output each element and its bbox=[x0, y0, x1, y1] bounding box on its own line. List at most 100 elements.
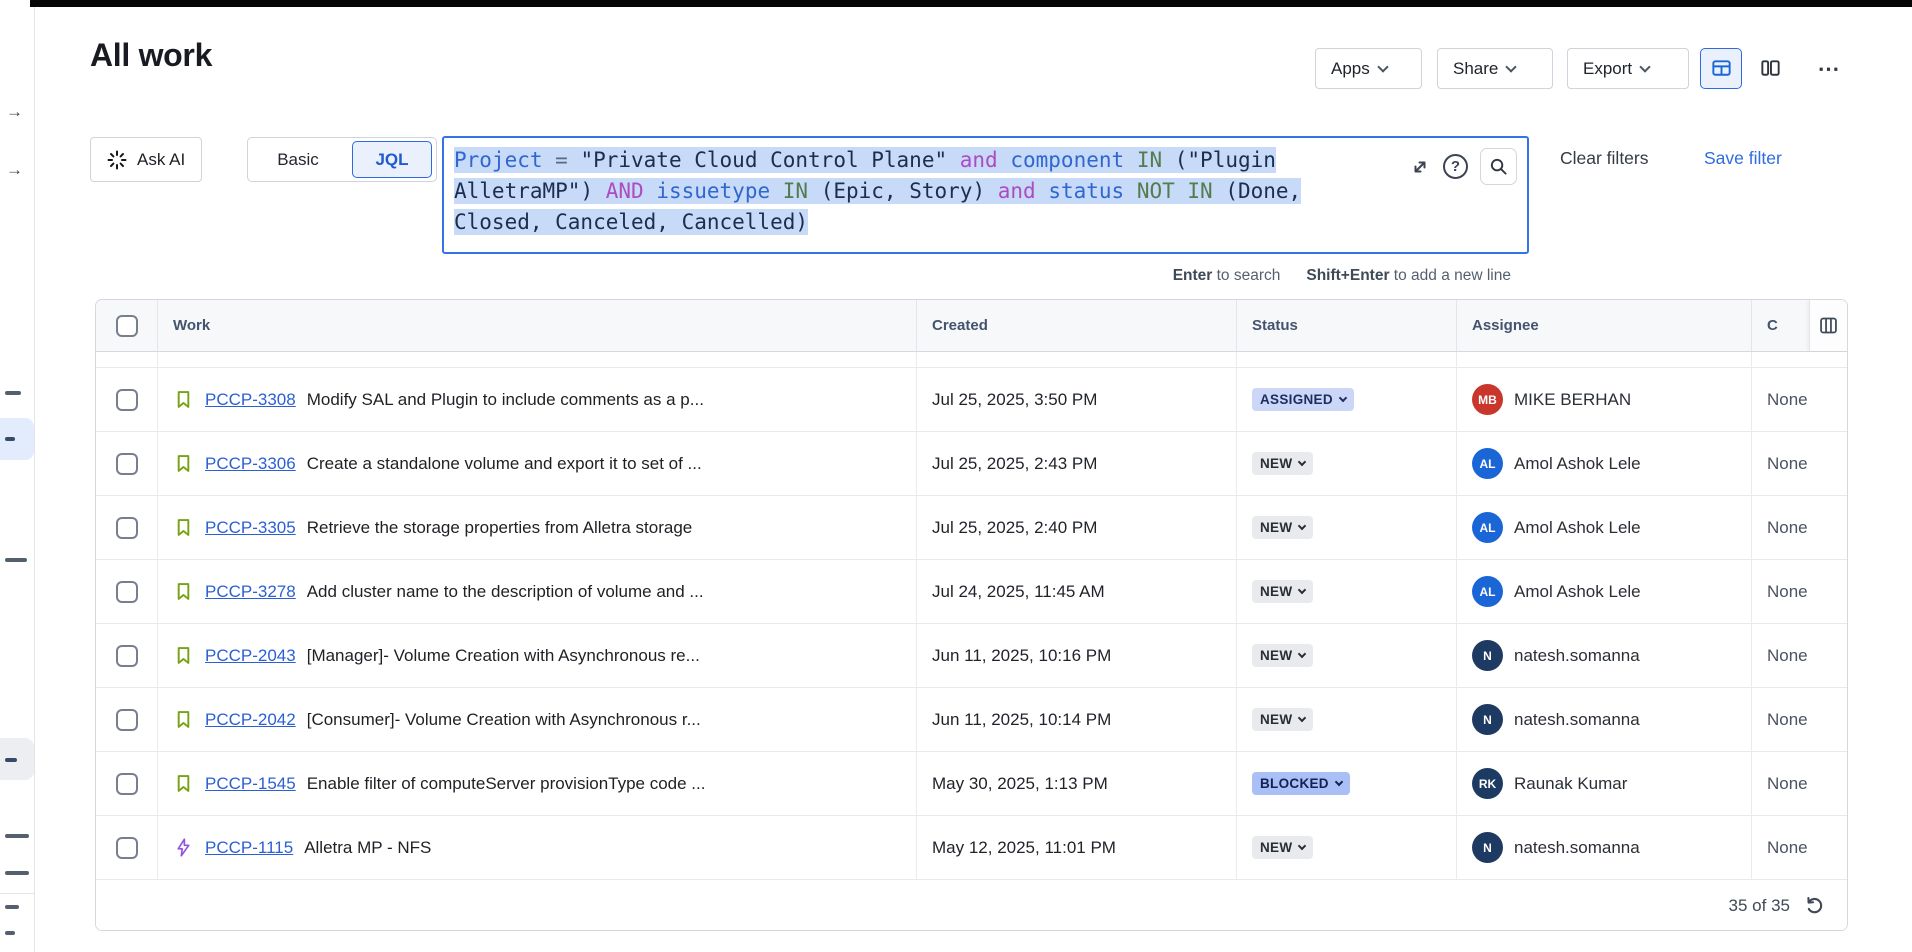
avatar: MB bbox=[1472, 384, 1503, 415]
export-button-label: Export bbox=[1583, 59, 1632, 79]
chevron-down-icon bbox=[1298, 586, 1306, 594]
main-content: All work Apps Share Export bbox=[36, 7, 1893, 952]
category-cell: None bbox=[1752, 624, 1847, 687]
sidebar-item[interactable] bbox=[5, 931, 15, 935]
row-checkbox[interactable] bbox=[116, 517, 138, 539]
avatar: AL bbox=[1472, 512, 1503, 543]
table-row[interactable]: PCCP-3308 Modify SAL and Plugin to inclu… bbox=[96, 368, 1847, 432]
share-button[interactable]: Share bbox=[1437, 48, 1553, 89]
clear-filters-button[interactable]: Clear filters bbox=[1560, 148, 1649, 169]
syntax-help-button[interactable]: ? bbox=[1443, 154, 1468, 179]
created-cell: May 30, 2025, 1:13 PM bbox=[917, 752, 1237, 815]
status-badge[interactable]: NEW bbox=[1252, 644, 1313, 667]
status-badge[interactable]: ASSIGNED bbox=[1252, 388, 1354, 411]
sidebar-item[interactable] bbox=[5, 391, 21, 395]
sidebar-item[interactable] bbox=[5, 834, 29, 838]
chevron-down-icon bbox=[1298, 458, 1306, 466]
table-row[interactable]: PCCP-3306 Create a standalone volume and… bbox=[96, 432, 1847, 496]
status-badge[interactable]: NEW bbox=[1252, 452, 1313, 475]
more-actions-button[interactable]: ⋯ bbox=[1806, 48, 1852, 89]
save-filter-button[interactable]: Save filter bbox=[1704, 148, 1782, 169]
chevron-down-icon bbox=[1506, 61, 1517, 72]
story-icon bbox=[173, 709, 194, 730]
sidebar-item[interactable] bbox=[5, 871, 29, 875]
status-badge[interactable]: NEW bbox=[1252, 836, 1313, 859]
sidebar-item[interactable] bbox=[5, 905, 19, 909]
created-cell: Jul 25, 2025, 3:50 PM bbox=[917, 368, 1237, 431]
status-badge[interactable]: NEW bbox=[1252, 516, 1313, 539]
category-cell: None bbox=[1752, 368, 1847, 431]
avatar: N bbox=[1472, 704, 1503, 735]
more-icon: ⋯ bbox=[1818, 56, 1841, 82]
issue-key-link[interactable]: PCCP-3305 bbox=[205, 518, 296, 538]
refresh-button[interactable] bbox=[1804, 895, 1825, 916]
column-header-assignee[interactable]: Assignee bbox=[1457, 300, 1752, 351]
configure-columns-button[interactable] bbox=[1809, 300, 1847, 351]
issue-key-link[interactable]: PCCP-3308 bbox=[205, 390, 296, 410]
detail-view-toggle[interactable] bbox=[1749, 48, 1791, 89]
issue-key-link[interactable]: PCCP-1545 bbox=[205, 774, 296, 794]
expand-editor-button[interactable] bbox=[1409, 156, 1431, 178]
status-badge[interactable]: NEW bbox=[1252, 580, 1313, 603]
avatar: AL bbox=[1472, 448, 1503, 479]
jql-editor[interactable]: Project = "Private Cloud Control Plane" … bbox=[442, 136, 1529, 254]
sparkle-icon bbox=[107, 150, 127, 170]
issue-key-link[interactable]: PCCP-3306 bbox=[205, 454, 296, 474]
category-cell: None bbox=[1752, 752, 1847, 815]
sidebar-item[interactable] bbox=[5, 558, 27, 562]
row-checkbox[interactable] bbox=[116, 645, 138, 667]
row-checkbox[interactable] bbox=[116, 709, 138, 731]
row-checkbox[interactable] bbox=[116, 581, 138, 603]
enter-key-hint: Enter bbox=[1173, 267, 1213, 284]
avatar: RK bbox=[1472, 768, 1503, 799]
jql-mode-tab[interactable]: JQL bbox=[352, 141, 432, 178]
status-label: BLOCKED bbox=[1260, 776, 1329, 791]
table-row[interactable]: PCCP-1545 Enable filter of computeServer… bbox=[96, 752, 1847, 816]
status-badge[interactable]: NEW bbox=[1252, 708, 1313, 731]
run-search-button[interactable] bbox=[1480, 148, 1517, 185]
row-checkbox[interactable] bbox=[116, 389, 138, 411]
table-row[interactable]: PCCP-3278 Add cluster name to the descri… bbox=[96, 560, 1847, 624]
table-row[interactable]: PCCP-1115 Alletra MP - NFS May 12, 2025,… bbox=[96, 816, 1847, 880]
select-all-checkbox[interactable] bbox=[116, 315, 138, 337]
column-header-created[interactable]: Created bbox=[917, 300, 1237, 351]
basic-mode-tab[interactable]: Basic bbox=[248, 150, 348, 170]
table-row[interactable]: PCCP-3305 Retrieve the storage propertie… bbox=[96, 496, 1847, 560]
category-cell: None bbox=[1752, 816, 1847, 879]
issue-key-link[interactable]: PCCP-2042 bbox=[205, 710, 296, 730]
category-cell: None bbox=[1752, 496, 1847, 559]
export-button[interactable]: Export bbox=[1567, 48, 1689, 89]
status-label: NEW bbox=[1260, 456, 1292, 471]
ask-ai-button[interactable]: Ask AI bbox=[90, 137, 202, 182]
row-checkbox[interactable] bbox=[116, 773, 138, 795]
issue-key-link[interactable]: PCCP-2043 bbox=[205, 646, 296, 666]
table-row[interactable]: PCCP-2042 [Consumer]- Volume Creation wi… bbox=[96, 688, 1847, 752]
apps-button[interactable]: Apps bbox=[1315, 48, 1422, 89]
issue-key-link[interactable]: PCCP-1115 bbox=[205, 838, 293, 858]
chevron-down-icon bbox=[1377, 61, 1388, 72]
assignee-name: Amol Ashok Lele bbox=[1514, 454, 1641, 474]
issue-key-link[interactable]: PCCP-3278 bbox=[205, 582, 296, 602]
refresh-icon bbox=[1804, 895, 1825, 916]
story-icon bbox=[173, 453, 194, 474]
ask-ai-label: Ask AI bbox=[137, 150, 185, 170]
chevron-down-icon bbox=[1298, 650, 1306, 658]
result-count: 35 of 35 bbox=[1729, 896, 1790, 916]
view-switcher bbox=[1700, 48, 1791, 89]
column-header-status[interactable]: Status bbox=[1237, 300, 1457, 351]
row-checkbox[interactable] bbox=[116, 837, 138, 859]
sidebar-expand-icon[interactable]: → bbox=[6, 102, 23, 122]
status-badge[interactable]: BLOCKED bbox=[1252, 772, 1350, 795]
story-icon bbox=[173, 581, 194, 602]
sidebar-expand-icon[interactable]: → bbox=[6, 160, 23, 180]
status-label: NEW bbox=[1260, 648, 1292, 663]
column-header-work[interactable]: Work bbox=[158, 300, 917, 351]
chevron-down-icon bbox=[1298, 842, 1306, 850]
row-checkbox[interactable] bbox=[116, 453, 138, 475]
issue-summary: Enable filter of computeServer provision… bbox=[307, 774, 706, 794]
chevron-down-icon bbox=[1335, 778, 1343, 786]
apps-button-label: Apps bbox=[1331, 59, 1370, 79]
jql-query-text[interactable]: Project = "Private Cloud Control Plane" … bbox=[454, 145, 1301, 238]
grid-view-toggle[interactable] bbox=[1700, 48, 1742, 89]
table-row[interactable]: PCCP-2043 [Manager]- Volume Creation wit… bbox=[96, 624, 1847, 688]
